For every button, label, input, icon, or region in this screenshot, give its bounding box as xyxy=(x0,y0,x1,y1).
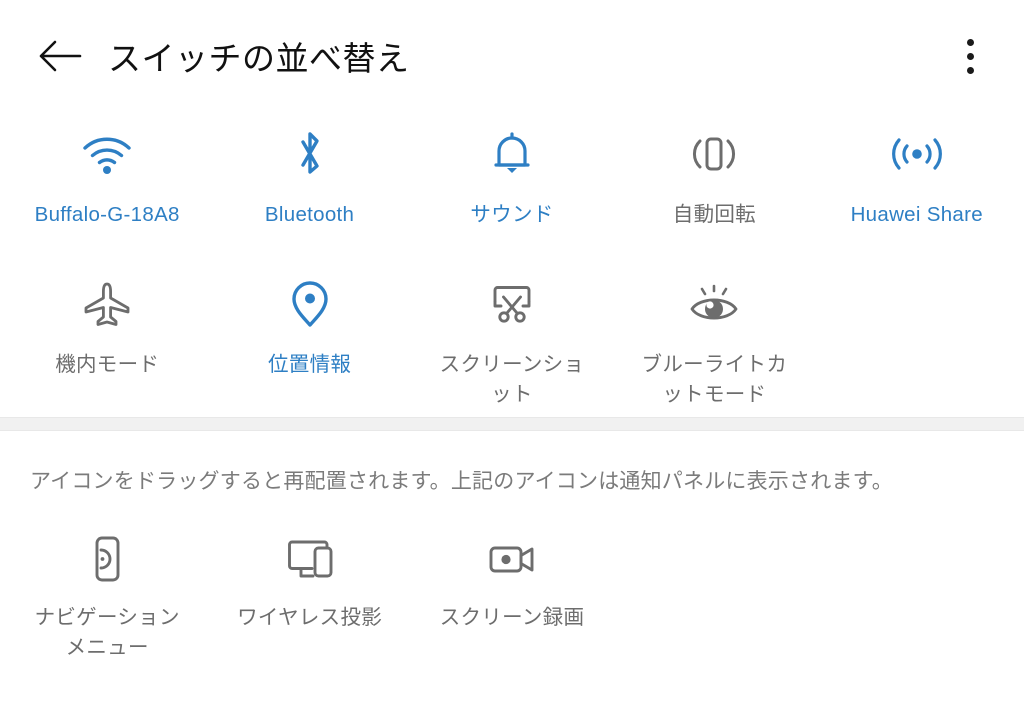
switch-tile-navigation-menu[interactable]: ナビゲーションメニュー xyxy=(6,527,208,669)
back-button[interactable] xyxy=(32,28,88,84)
switch-tile-empty-slot xyxy=(816,262,1018,417)
switch-tile-sound[interactable]: サウンド xyxy=(411,112,613,262)
switch-tile-location[interactable]: 位置情報 xyxy=(208,262,410,417)
switch-tile-screenshot[interactable]: スクリーンショット xyxy=(411,262,613,417)
drag-hint-text: アイコンをドラッグすると再配置されます。上記のアイコンは通知パネルに表示されます… xyxy=(30,470,893,493)
switch-label: サウンド xyxy=(470,203,554,226)
active-switches-panel: Buffalo-G-18A8 Bluetooth サウンド 自動回転 Huawe… xyxy=(0,112,1024,417)
switch-tile-huawei-share[interactable]: Huawei Share xyxy=(816,112,1018,262)
switch-label: 位置情報 xyxy=(267,353,352,376)
navigation-menu-icon xyxy=(79,531,135,587)
switch-tile-wireless-projection[interactable]: ワイヤレス投影 xyxy=(208,527,410,669)
more-vertical-icon xyxy=(966,52,974,60)
active-switches-row-1: Buffalo-G-18A8 Bluetooth サウンド 自動回転 Huawe… xyxy=(0,112,1024,262)
switch-label: Bluetooth xyxy=(264,203,355,226)
switch-tile-wifi[interactable]: Buffalo-G-18A8 xyxy=(6,112,208,262)
huawei-share-icon xyxy=(889,126,945,182)
switch-tile-empty-slot xyxy=(613,527,815,669)
app-bar: スイッチの並べ替え xyxy=(0,0,1024,112)
arrow-left-icon xyxy=(39,40,82,72)
active-switches-row-2: 機内モード 位置情報 スクリーンショット ブルーライトカットモード xyxy=(0,262,1024,417)
switch-label: 自動回転 xyxy=(672,203,756,226)
switch-tile-auto-rotate[interactable]: 自動回転 xyxy=(613,112,815,262)
wifi-icon xyxy=(79,126,135,182)
overflow-menu-button[interactable] xyxy=(944,26,996,86)
airplane-icon xyxy=(79,276,135,332)
screenshot-scissors-icon xyxy=(484,276,540,332)
switch-label: スクリーン録画 xyxy=(439,606,585,629)
switch-label: ナビゲーションメニュー xyxy=(34,606,180,659)
page-title: スイッチの並べ替え xyxy=(108,40,410,77)
switch-tile-empty-slot xyxy=(816,527,1018,669)
more-vertical-icon xyxy=(966,38,974,46)
switch-label: ブルーライトカットモード xyxy=(641,353,788,406)
switch-label: スクリーンショット xyxy=(439,353,585,406)
bell-icon xyxy=(484,126,540,182)
wireless-projection-icon xyxy=(282,531,338,587)
switch-label: 機内モード xyxy=(55,353,160,376)
switch-tile-eye-comfort[interactable]: ブルーライトカットモード xyxy=(613,262,815,417)
bluetooth-icon xyxy=(282,126,338,182)
switch-label: Huawei Share xyxy=(850,203,983,226)
switch-tile-airplane-mode[interactable]: 機内モード xyxy=(6,262,208,417)
switch-label: ワイヤレス投影 xyxy=(237,606,383,629)
location-pin-icon xyxy=(282,276,338,332)
more-vertical-icon xyxy=(966,66,974,74)
auto-rotate-icon xyxy=(686,126,742,182)
eye-comfort-icon xyxy=(686,276,742,332)
switch-tile-screen-record[interactable]: スクリーン録画 xyxy=(411,527,613,669)
screen-record-icon xyxy=(484,531,540,587)
section-divider xyxy=(0,417,1024,431)
hidden-switches-grid: ナビゲーションメニュー ワイヤレス投影 スクリーン録画 xyxy=(0,527,1024,669)
switch-tile-bluetooth[interactable]: Bluetooth xyxy=(208,112,410,262)
switch-label: Buffalo-G-18A8 xyxy=(34,203,180,226)
